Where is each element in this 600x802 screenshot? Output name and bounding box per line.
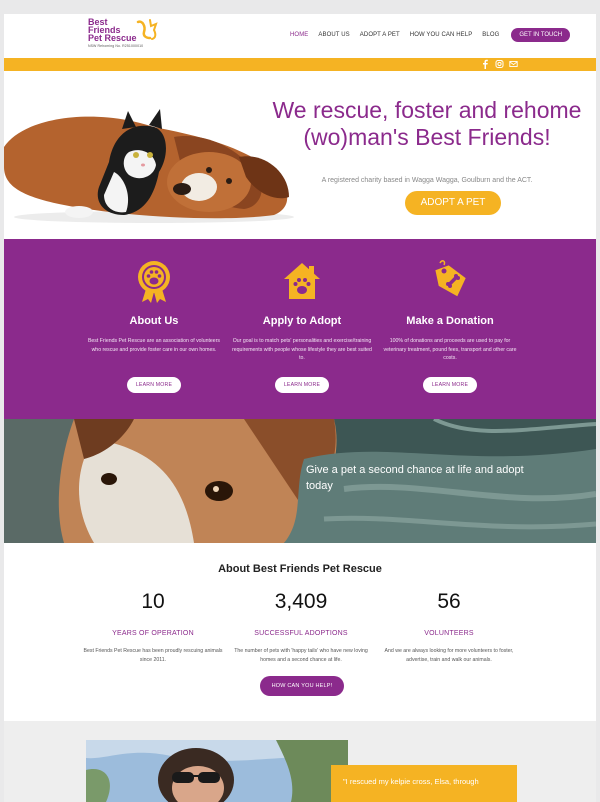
learn-more-button[interactable]: LEARN MORE: [275, 377, 329, 393]
banner-text: Give a pet a second chance at life and a…: [306, 464, 524, 492]
stat-text: And we are always looking for more volun…: [384, 648, 514, 663]
testimonial-quote: "I rescued my kelpie cross, Elsa, throug…: [331, 765, 517, 802]
adopt-a-pet-button[interactable]: ADOPT A PET: [405, 191, 501, 215]
stat-number: 56: [437, 590, 461, 613]
stat-label: VOLUNTEERS: [424, 630, 474, 637]
hero-section: We rescue, foster and rehome (wo)man's B…: [4, 71, 596, 239]
logo-dog-cat-icon: [136, 19, 158, 40]
site-logo[interactable]: Best Friends Pet Rescue NSW Rehoming No.…: [88, 18, 168, 54]
about-stats-section: About Best Friends Pet Rescue 10 YEARS O…: [4, 543, 596, 721]
social-links: [481, 59, 518, 69]
main-nav: HOME ABOUT US ADOPT A PET HOW YOU CAN HE…: [290, 28, 571, 42]
stat-label: YEARS OF OPERATION: [112, 630, 194, 637]
donation-tag-icon: [435, 260, 466, 297]
about-title: About Best Friends Pet Rescue: [218, 563, 382, 575]
nav-blog[interactable]: BLOG: [482, 32, 499, 38]
testimonial-photo: [86, 740, 348, 802]
site-header: Best Friends Pet Rescue NSW Rehoming No.…: [4, 14, 596, 58]
testimonial-section: "I rescued my kelpie cross, Elsa, throug…: [4, 721, 596, 802]
hero-subtitle: A registered charity based in Wagga Wagg…: [321, 177, 533, 184]
stat-years: 10 YEARS OF OPERATION Best Friends Pet R…: [78, 587, 228, 664]
stat-text: Best Friends Pet Rescue has been proudly…: [83, 648, 223, 663]
social-bar: [4, 58, 596, 71]
page-frame: Best Friends Pet Rescue NSW Rehoming No.…: [4, 14, 596, 802]
award-paw-icon: [138, 261, 170, 303]
stat-volunteers: 56 VOLUNTEERS And we are always looking …: [374, 587, 524, 664]
nav-home[interactable]: HOME: [290, 32, 308, 38]
learn-more-button[interactable]: LEARN MORE: [423, 377, 477, 393]
how-can-you-help-button[interactable]: HOW CAN YOU HELP!: [260, 676, 344, 696]
features-section: About Us Best Friends Pet Rescue are an …: [4, 239, 596, 419]
learn-more-button[interactable]: LEARN MORE: [127, 377, 181, 393]
house-paw-icon: [284, 263, 320, 299]
instagram-icon[interactable]: [495, 59, 504, 69]
feature-text: Our goal is to match pets' personalities…: [232, 338, 372, 361]
stat-label: SUCCESSFUL ADOPTIONS: [254, 630, 348, 637]
feature-title: Make a Donation: [406, 315, 494, 327]
logo-registration: NSW Rehoming No. R251000010: [88, 44, 144, 48]
nav-adopt-a-pet[interactable]: ADOPT A PET: [360, 32, 400, 38]
stat-number: 3,409: [274, 590, 328, 613]
adopt-banner: Give a pet a second chance at life and a…: [4, 419, 596, 543]
hero-cat-and-dog-image: [4, 109, 294, 223]
email-icon[interactable]: [509, 59, 518, 69]
feature-text: 100% of donations and proceeds are used …: [383, 338, 517, 361]
nav-about-us[interactable]: ABOUT US: [318, 32, 349, 38]
feature-text: Best Friends Pet Rescue are an associati…: [87, 338, 221, 353]
stat-number: 10: [141, 590, 165, 613]
get-in-touch-button[interactable]: GET IN TOUCH: [511, 28, 571, 42]
stat-adoptions: 3,409 SUCCESSFUL ADOPTIONS The number of…: [226, 587, 376, 664]
facebook-icon[interactable]: [481, 59, 490, 69]
nav-how-you-can-help[interactable]: HOW YOU CAN HELP: [410, 32, 473, 38]
stat-text: The number of pets with 'happy tails' wh…: [234, 648, 368, 663]
feature-title: Apply to Adopt: [262, 315, 342, 327]
hero-title: We rescue, foster and rehome (wo)man's B…: [272, 97, 582, 150]
feature-title: About Us: [129, 315, 179, 327]
